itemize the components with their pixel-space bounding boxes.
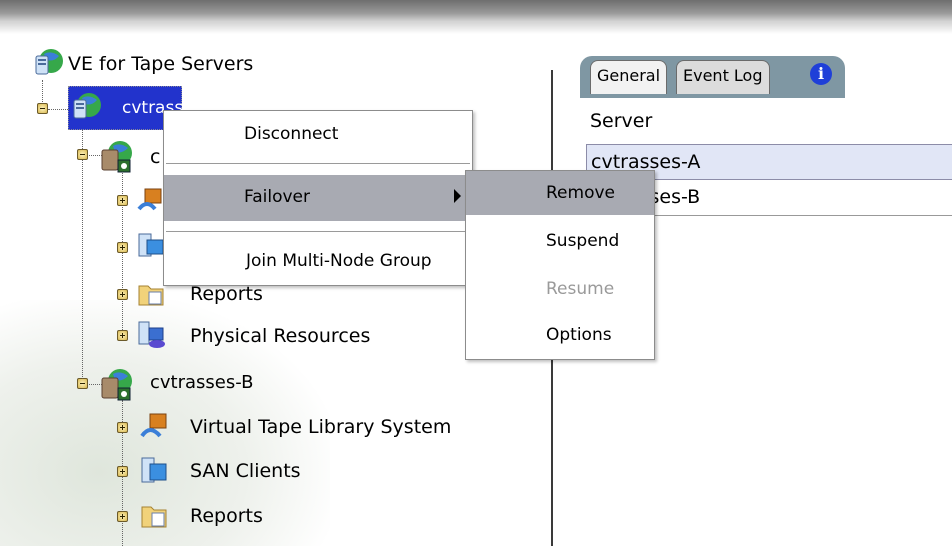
tree-line bbox=[48, 109, 68, 110]
expand-toggle[interactable] bbox=[117, 466, 128, 477]
menu-item-label: Disconnect bbox=[244, 124, 339, 144]
expand-toggle[interactable] bbox=[117, 242, 128, 253]
menu-item-label: Options bbox=[546, 325, 612, 345]
info-icon[interactable]: i bbox=[810, 63, 832, 85]
tree-line bbox=[82, 130, 83, 385]
san-clients-icon bbox=[140, 456, 167, 483]
collapse-toggle[interactable] bbox=[77, 378, 88, 389]
server-a-label[interactable]: c bbox=[150, 144, 160, 170]
expand-toggle[interactable] bbox=[117, 195, 128, 206]
reports-folder-icon bbox=[137, 280, 164, 306]
menu-item-label: Join Multi-Node Group bbox=[246, 251, 432, 271]
menu-separator bbox=[166, 163, 470, 164]
expand-toggle[interactable] bbox=[117, 289, 128, 300]
menu-item-options[interactable]: Options bbox=[466, 315, 654, 359]
san-clients-label[interactable]: SAN Clients bbox=[190, 458, 301, 484]
menu-item-suspend[interactable]: Suspend bbox=[466, 221, 654, 265]
menu-item-label: Suspend bbox=[546, 231, 620, 251]
context-menu: Disconnect Failover Join Multi-Node Grou… bbox=[163, 110, 473, 286]
reports-label-b[interactable]: Reports bbox=[190, 503, 263, 529]
collapse-toggle[interactable] bbox=[37, 103, 48, 114]
tape-library-icon bbox=[140, 412, 167, 438]
menu-item-label: Resume bbox=[546, 279, 615, 299]
san-clients-icon bbox=[137, 232, 164, 258]
menu-item-label: Remove bbox=[546, 183, 615, 203]
server-node-icon bbox=[100, 140, 132, 173]
menu-item-resume: Resume bbox=[466, 267, 654, 311]
expand-toggle[interactable] bbox=[117, 330, 128, 341]
reports-folder-icon bbox=[140, 501, 167, 528]
menu-item-remove[interactable]: Remove bbox=[466, 171, 654, 215]
server-node-icon bbox=[100, 368, 132, 401]
server-icon bbox=[72, 92, 101, 119]
tab-event-log[interactable]: Event Log bbox=[676, 60, 770, 94]
top-shadow bbox=[0, 22, 952, 34]
menu-item-failover[interactable]: Failover bbox=[164, 175, 472, 221]
menu-item-label: Failover bbox=[244, 187, 310, 207]
vtl-label[interactable]: Virtual Tape Library System bbox=[190, 414, 451, 440]
menu-separator bbox=[166, 231, 470, 232]
server-group-icon bbox=[34, 48, 63, 75]
physical-resources-icon bbox=[137, 320, 165, 348]
tree-root-label[interactable]: VE for Tape Servers bbox=[68, 51, 253, 77]
top-title-bar bbox=[0, 0, 952, 22]
menu-item-disconnect[interactable]: Disconnect bbox=[164, 111, 472, 159]
menu-item-join-group[interactable]: Join Multi-Node Group bbox=[164, 239, 472, 285]
submenu-arrow-icon bbox=[454, 189, 461, 203]
expand-toggle[interactable] bbox=[117, 422, 128, 433]
tape-library-icon bbox=[137, 187, 163, 213]
server-b-label[interactable]: cvtrasses-B bbox=[150, 370, 253, 396]
server-column-header[interactable]: Server bbox=[590, 110, 652, 132]
physical-resources-label[interactable]: Physical Resources bbox=[190, 323, 370, 349]
expand-toggle[interactable] bbox=[117, 511, 128, 522]
tab-general[interactable]: General bbox=[590, 60, 668, 94]
failover-submenu: Remove Suspend Resume Options bbox=[465, 170, 655, 360]
collapse-toggle[interactable] bbox=[77, 149, 88, 160]
